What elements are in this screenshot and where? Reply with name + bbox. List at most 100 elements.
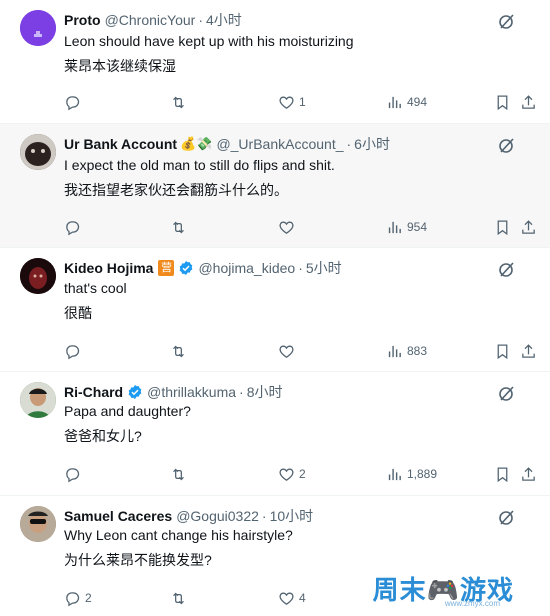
action-bar: 1 494 — [0, 92, 550, 112]
share-button[interactable] — [520, 341, 537, 361]
affiliate-badge-label: 营 — [158, 260, 175, 276]
reply-button[interactable]: 2 — [64, 588, 92, 608]
tweet[interactable]: Samuel Caceres @Gogui0322 · 10小时 Why Leo… — [0, 496, 550, 616]
views-icon — [388, 345, 401, 357]
grok-icon[interactable] — [498, 508, 516, 526]
views-icon — [388, 96, 401, 108]
like-count: 2 — [299, 467, 306, 481]
bookmark-button[interactable] — [494, 341, 511, 361]
separator-dot: · — [198, 12, 203, 28]
avatar[interactable] — [20, 258, 56, 294]
reply-button[interactable] — [64, 464, 85, 484]
share-button[interactable] — [520, 217, 537, 237]
bookmark-icon — [497, 219, 508, 235]
avatar[interactable] — [20, 134, 56, 170]
user-handle[interactable]: @thrillakkuma — [147, 384, 236, 400]
view-count: 494 — [407, 95, 428, 109]
reply-button[interactable] — [64, 341, 85, 361]
view-count: 954 — [407, 220, 428, 234]
user-handle[interactable]: @Gogui0322 — [176, 508, 259, 524]
share-button[interactable] — [520, 92, 537, 112]
name-emoji: 💰💸 — [180, 136, 213, 152]
timestamp[interactable]: 10小时 — [270, 506, 314, 526]
heart-icon — [279, 468, 294, 481]
avatar[interactable] — [20, 10, 56, 46]
site-watermark: 周末🎮游戏 www.zmyx.com — [364, 568, 532, 608]
action-bar: 2 1,889 — [0, 464, 550, 484]
tweet-translation: 为什么莱昂不能换发型? — [64, 552, 212, 568]
user-handle[interactable]: @ChronicYour — [105, 12, 196, 28]
like-button[interactable]: 2 — [278, 464, 306, 484]
like-button[interactable]: 1 — [278, 92, 306, 112]
separator-dot: · — [346, 136, 352, 152]
bookmark-button[interactable] — [494, 217, 511, 237]
views-icon — [388, 221, 401, 233]
views-button[interactable]: 883 — [386, 341, 427, 361]
display-name[interactable]: Samuel Caceres — [64, 508, 172, 524]
views-button[interactable]: 494 — [386, 92, 427, 112]
bookmark-button[interactable] — [494, 464, 511, 484]
tweet-translation: 爸爸和女儿? — [64, 428, 142, 444]
retweet-icon — [173, 221, 184, 233]
retweet-button[interactable] — [170, 464, 191, 484]
display-name[interactable]: Ri-Chard — [64, 384, 123, 400]
tweet-translation: 莱昂本该继续保湿 — [64, 58, 176, 74]
timestamp[interactable]: 5小时 — [306, 258, 342, 278]
like-count: 1 — [299, 95, 306, 109]
verified-icon[interactable] — [178, 260, 194, 276]
reply-count: 2 — [85, 591, 92, 605]
retweet-icon — [173, 468, 184, 480]
views-button[interactable]: 1,889 — [386, 464, 437, 484]
timestamp[interactable]: 8小时 — [247, 382, 283, 402]
verified-icon[interactable] — [127, 384, 143, 400]
display-name[interactable]: Proto — [64, 12, 101, 28]
share-button[interactable] — [520, 464, 537, 484]
heart-icon — [279, 345, 294, 358]
avatar[interactable] — [20, 382, 56, 418]
grok-icon[interactable] — [498, 136, 516, 154]
timestamp[interactable]: 4小时 — [206, 10, 242, 30]
affiliate-badge: 营 — [158, 260, 175, 276]
views-button[interactable]: 954 — [386, 217, 427, 237]
user-handle[interactable]: @hojima_kideo — [198, 260, 295, 276]
tweet[interactable]: Kideo Hojima 营 @hojima_kideo · 5小时 that'… — [0, 248, 550, 372]
reply-button[interactable] — [64, 217, 85, 237]
grok-icon[interactable] — [498, 384, 516, 402]
tweet[interactable]: Ur Bank Account 💰💸 @_UrBankAccount_ · 6小… — [0, 124, 550, 248]
bookmark-icon — [497, 466, 508, 482]
like-button[interactable] — [278, 341, 299, 361]
action-bar: 954 — [0, 217, 550, 237]
views-icon — [388, 468, 401, 480]
tweet-text: Leon should have kept up with his moistu… — [64, 33, 354, 49]
retweet-button[interactable] — [170, 341, 191, 361]
reply-icon — [66, 220, 80, 235]
retweet-button[interactable] — [170, 217, 191, 237]
like-button[interactable]: 4 — [278, 588, 306, 608]
view-count: 1,889 — [407, 467, 438, 481]
display-name[interactable]: Kideo Hojima — [64, 260, 153, 276]
retweet-button[interactable] — [170, 92, 191, 112]
view-count: 883 — [407, 344, 428, 358]
heart-icon — [279, 592, 294, 605]
retweet-button[interactable] — [170, 588, 191, 608]
share-icon — [522, 94, 535, 109]
bookmark-button[interactable] — [494, 92, 511, 112]
grok-icon[interactable] — [498, 260, 516, 278]
timestamp[interactable]: 6小时 — [354, 134, 390, 154]
retweet-icon — [173, 96, 184, 108]
tweet[interactable]: Proto @ChronicYour · 4小时 Leon should hav… — [0, 0, 550, 124]
retweet-icon — [173, 592, 184, 604]
display-name[interactable]: Ur Bank Account — [64, 136, 177, 152]
watermark-url: www.zmyx.com — [444, 599, 500, 608]
grok-icon[interactable] — [498, 12, 516, 30]
separator-dot: · — [298, 260, 303, 276]
reply-icon — [66, 344, 80, 359]
user-handle[interactable]: @_UrBankAccount_ — [216, 136, 343, 152]
tweet[interactable]: Ri-Chard @thrillakkuma · 8小时 Papa and da… — [0, 372, 550, 496]
like-button[interactable] — [278, 217, 299, 237]
reply-button[interactable] — [64, 92, 85, 112]
reply-icon — [66, 467, 80, 482]
avatar[interactable] — [20, 506, 56, 542]
tweet-translation: 我还指望老家伙还会翻筋斗什么的。 — [64, 182, 288, 198]
reply-icon — [66, 95, 80, 110]
